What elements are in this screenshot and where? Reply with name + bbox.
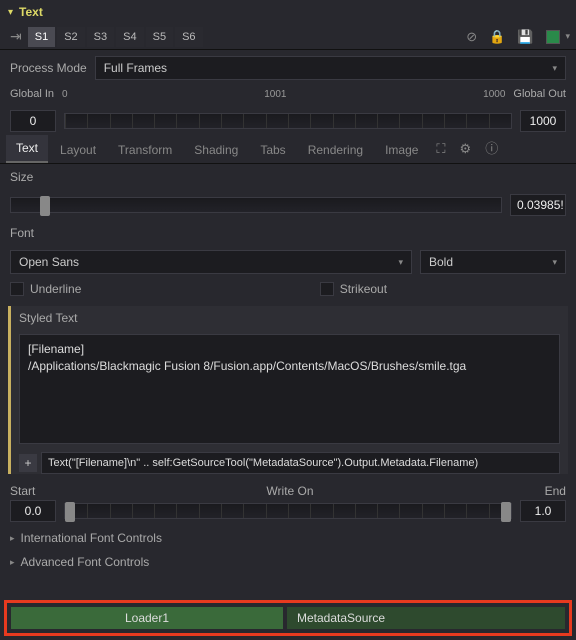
tab-grid-icon[interactable]: ⛶: [430, 135, 451, 163]
chevron-right-icon: ▸: [10, 557, 15, 568]
size-slider[interactable]: [10, 197, 502, 213]
writeon-start-field[interactable]: 0.0: [10, 500, 56, 522]
pin-icon[interactable]: ⇥: [6, 28, 26, 45]
writeon-end-label: End: [545, 484, 566, 498]
tab-rendering[interactable]: Rendering: [298, 137, 373, 163]
version-s3[interactable]: S3: [87, 27, 114, 47]
tab-gear-icon[interactable]: ⚙: [454, 135, 478, 163]
font-family-value: Open Sans: [19, 255, 79, 269]
chevron-down-icon: ▾: [552, 257, 557, 268]
tab-layout[interactable]: Layout: [50, 137, 106, 163]
swatch-dropdown-icon[interactable]: ▾: [565, 31, 570, 42]
version-s6[interactable]: S6: [175, 27, 202, 47]
global-out-label: Global Out: [513, 88, 566, 100]
font-label: Font: [10, 226, 34, 240]
intl-font-controls-toggle[interactable]: ▸ International Font Controls: [0, 526, 576, 550]
writeon-end-field[interactable]: 1.0: [520, 500, 566, 522]
process-mode-label: Process Mode: [10, 61, 87, 75]
global-in-field[interactable]: 0: [10, 110, 56, 132]
scale-start: 0: [62, 89, 68, 100]
global-in-label: Global In: [10, 88, 54, 100]
lock-icon[interactable]: 🔒: [484, 29, 510, 45]
underline-checkbox[interactable]: [10, 282, 24, 296]
writeon-slider[interactable]: [64, 503, 512, 519]
version-s4[interactable]: S4: [116, 27, 143, 47]
intl-font-controls-label: International Font Controls: [21, 531, 162, 545]
size-label: Size: [10, 170, 33, 184]
tool-title: Text: [19, 5, 43, 19]
adv-font-controls-label: Advanced Font Controls: [21, 555, 150, 569]
styled-text-line2: /Applications/Blackmagic Fusion 8/Fusion…: [28, 358, 551, 375]
tab-tabs[interactable]: Tabs: [250, 137, 295, 163]
chevron-down-icon: ▾: [398, 257, 403, 268]
writeon-title: Write On: [266, 484, 313, 498]
collapse-icon[interactable]: ▾: [8, 7, 13, 18]
tab-text[interactable]: Text: [6, 135, 48, 163]
tab-image[interactable]: Image: [375, 137, 428, 163]
adv-font-controls-toggle[interactable]: ▸ Advanced Font Controls: [0, 550, 576, 574]
strikeout-label: Strikeout: [340, 282, 566, 296]
styled-text-label: Styled Text: [11, 306, 568, 330]
styled-text-input[interactable]: [Filename] /Applications/Blackmagic Fusi…: [19, 334, 560, 444]
save-icon[interactable]: 💾: [512, 29, 538, 45]
color-swatch[interactable]: [546, 30, 560, 44]
add-expression-button[interactable]: +: [19, 454, 37, 472]
process-mode-value: Full Frames: [104, 61, 167, 75]
scale-mid: 1001: [264, 89, 286, 100]
disable-icon[interactable]: ⊘: [461, 29, 482, 45]
styled-text-line1: [Filename]: [28, 341, 551, 358]
tab-info-icon[interactable]: ⓘ: [479, 132, 504, 163]
global-out-field[interactable]: 1000: [520, 110, 566, 132]
footer-loader[interactable]: Loader1: [11, 607, 283, 629]
font-family-select[interactable]: Open Sans ▾: [10, 250, 412, 274]
underline-label: Underline: [30, 282, 81, 296]
range-slider[interactable]: [64, 113, 512, 129]
tab-shading[interactable]: Shading: [184, 137, 248, 163]
scale-end: 1000: [483, 89, 505, 100]
expression-field[interactable]: Text("[Filename]\n" .. self:GetSourceToo…: [41, 452, 560, 474]
chevron-right-icon: ▸: [10, 533, 15, 544]
writeon-start-label: Start: [10, 484, 35, 498]
version-s2[interactable]: S2: [57, 27, 84, 47]
strikeout-checkbox[interactable]: [320, 282, 334, 296]
font-weight-select[interactable]: Bold ▾: [420, 250, 566, 274]
chevron-down-icon: ▾: [552, 63, 557, 74]
font-weight-value: Bold: [429, 255, 453, 269]
version-s1[interactable]: S1: [28, 27, 55, 47]
version-s5[interactable]: S5: [146, 27, 173, 47]
size-field[interactable]: 0.03985!: [510, 194, 566, 216]
tab-transform[interactable]: Transform: [108, 137, 182, 163]
footer-source[interactable]: MetadataSource: [287, 607, 565, 629]
process-mode-select[interactable]: Full Frames ▾: [95, 56, 566, 80]
metadata-footer: Loader1 MetadataSource: [4, 600, 572, 636]
